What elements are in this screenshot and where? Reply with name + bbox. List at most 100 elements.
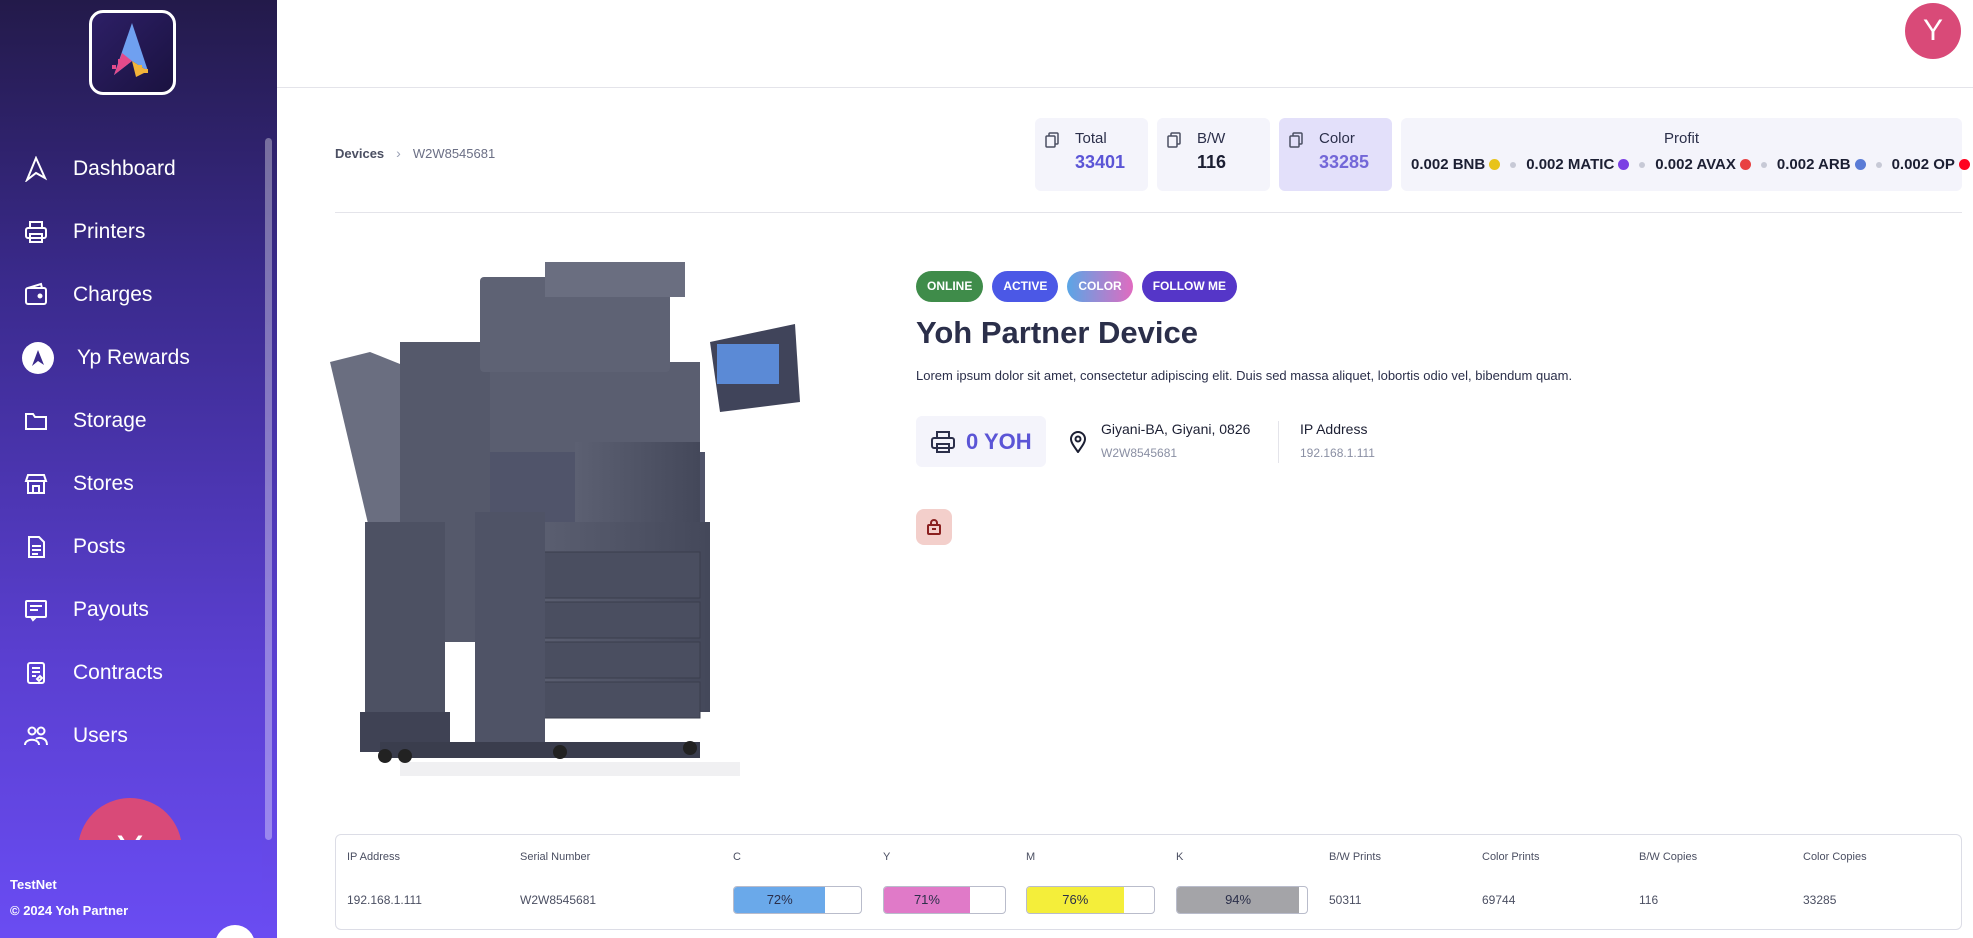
chevron-right-icon: › xyxy=(396,145,401,161)
ip-address-value: 192.168.1.111 xyxy=(1300,446,1375,460)
stat-bw: B/W 116 xyxy=(1157,118,1270,191)
location-pin-icon xyxy=(1069,431,1087,453)
toner-bar-k: 94% xyxy=(1176,886,1308,914)
receipt-icon xyxy=(22,596,50,624)
copy-icon xyxy=(1167,132,1181,148)
stat-color-label: Color xyxy=(1319,130,1355,147)
toner-bar-m: 76% xyxy=(1026,886,1155,914)
sidebar-item-label: Yp Rewards xyxy=(77,345,190,369)
stat-profit: Profit 0.002 BNB 0.002 MATIC 0.002 AVAX … xyxy=(1401,118,1970,191)
breadcrumb-current: W2W8545681 xyxy=(412,145,496,161)
network-label: TestNet xyxy=(10,877,57,892)
matic-coin-icon xyxy=(1618,159,1630,170)
column-header-color-copies: Color Copies xyxy=(1803,851,1867,863)
sidebar-item-label: Storage xyxy=(73,408,147,432)
stat-total-label: Total xyxy=(1075,130,1107,147)
device-serial: W2W8545681 xyxy=(1101,446,1178,460)
cell-bw-copies: 116 xyxy=(1639,893,1659,907)
printer-icon xyxy=(931,430,955,453)
copy-icon xyxy=(1289,132,1303,148)
folder-icon xyxy=(22,407,50,435)
shop-button[interactable] xyxy=(916,509,952,545)
logo-icon xyxy=(112,23,148,77)
sidebar-item-storage[interactable]: Storage xyxy=(0,389,262,452)
cell-color-copies: 33285 xyxy=(1803,893,1837,907)
profit-matic: 0.002 MATIC xyxy=(1526,156,1615,173)
sidebar-nav: Dashboard Printers Charges Yp Rewards St… xyxy=(0,137,262,767)
dashboard-logo-icon xyxy=(22,155,50,183)
copyright-text: © 2024 Yoh Partner xyxy=(10,903,129,918)
stat-color: Color 33285 xyxy=(1279,118,1392,191)
cell-color-prints: 69744 xyxy=(1482,893,1516,907)
stat-bw-label: B/W xyxy=(1197,130,1226,147)
status-badges: ONLINE ACTIVE COLOR FOLLOW ME xyxy=(916,271,1238,302)
stat-color-value: 33285 xyxy=(1319,152,1370,172)
ip-address-label: IP Address xyxy=(1300,421,1368,437)
profit-avax: 0.002 AVAX xyxy=(1655,156,1736,173)
printer-icon xyxy=(22,218,50,246)
cell-serial: W2W8545681 xyxy=(520,893,597,907)
sidebar-item-label: Users xyxy=(73,723,128,747)
wallet-icon xyxy=(22,281,50,309)
column-header-color-prints: Color Prints xyxy=(1482,851,1540,863)
status-badge-active: ACTIVE xyxy=(992,271,1059,302)
top-bar xyxy=(277,0,1973,88)
sidebar-item-label: Payouts xyxy=(73,597,149,621)
vertical-divider xyxy=(1278,421,1279,463)
sidebar-item-dashboard[interactable]: Dashboard xyxy=(0,137,262,200)
arb-coin-icon xyxy=(1854,159,1866,170)
sidebar-item-users[interactable]: Users xyxy=(0,704,262,767)
sidebar-item-yp-rewards[interactable]: Yp Rewards xyxy=(0,326,262,389)
sidebar: Dashboard Printers Charges Yp Rewards St… xyxy=(0,0,277,938)
document-icon xyxy=(22,533,50,561)
sidebar-item-label: Posts xyxy=(73,534,126,558)
rewards-icon xyxy=(22,341,54,374)
profit-bnb: 0.002 BNB xyxy=(1411,156,1486,173)
separator-dot xyxy=(1639,161,1646,168)
device-table: IP Address Serial Number C Y M K B/W Pri… xyxy=(335,834,1962,930)
cell-bw-prints: 50311 xyxy=(1329,893,1362,907)
follow-me-button[interactable]: FOLLOW ME xyxy=(1141,271,1238,302)
op-coin-icon xyxy=(1958,159,1970,170)
breadcrumb-devices-link[interactable]: Devices xyxy=(335,146,384,161)
column-header-bw-copies: B/W Copies xyxy=(1639,851,1698,863)
separator-dot xyxy=(1510,161,1517,168)
device-location: Giyani-BA, Giyani, 0826 xyxy=(1101,421,1251,437)
sidebar-item-printers[interactable]: Printers xyxy=(0,200,262,263)
shopping-bag-icon xyxy=(927,519,941,535)
sidebar-item-label: Stores xyxy=(73,471,134,495)
toner-pct-k: 94% xyxy=(1225,892,1252,907)
profit-arb: 0.002 ARB xyxy=(1776,156,1851,173)
column-header-bw-prints: B/W Prints xyxy=(1329,851,1381,863)
printer-device-image xyxy=(330,262,800,776)
stat-bw-value: 116 xyxy=(1197,152,1227,172)
sidebar-item-contracts[interactable]: Contracts xyxy=(0,641,262,704)
contract-icon xyxy=(22,659,50,687)
device-title: Yoh Partner Device xyxy=(916,315,1198,350)
sidebar-item-charges[interactable]: Charges xyxy=(0,263,262,326)
avax-coin-icon xyxy=(1739,159,1751,170)
app-logo[interactable] xyxy=(89,10,176,95)
separator-dot xyxy=(1875,161,1882,168)
toner-bar-c: 72% xyxy=(733,886,862,914)
bnb-coin-icon xyxy=(1489,159,1501,170)
device-description: Lorem ipsum dolor sit amet, consectetur … xyxy=(916,368,1573,383)
column-header-ip: IP Address xyxy=(347,851,400,863)
toner-pct-y: 71% xyxy=(913,892,940,907)
toner-bar-y: 71% xyxy=(883,886,1006,914)
column-header-m: M xyxy=(1026,851,1036,863)
profit-op: 0.002 OP xyxy=(1891,156,1955,173)
sidebar-item-stores[interactable]: Stores xyxy=(0,452,262,515)
copy-icon xyxy=(1045,132,1059,148)
column-header-k: K xyxy=(1176,851,1184,863)
sidebar-item-payouts[interactable]: Payouts xyxy=(0,578,262,641)
user-avatar[interactable]: Y xyxy=(1905,3,1961,59)
sidebar-item-label: Contracts xyxy=(73,660,163,684)
column-header-c: C xyxy=(733,851,741,863)
stat-total-value: 33401 xyxy=(1075,152,1126,172)
sidebar-scrollbar[interactable] xyxy=(265,138,272,840)
sidebar-item-posts[interactable]: Posts xyxy=(0,515,262,578)
yoh-balance-value: 0 YOH xyxy=(966,428,1032,454)
breadcrumb: Devices › W2W8545681 xyxy=(335,145,495,161)
column-header-y: Y xyxy=(883,851,891,863)
